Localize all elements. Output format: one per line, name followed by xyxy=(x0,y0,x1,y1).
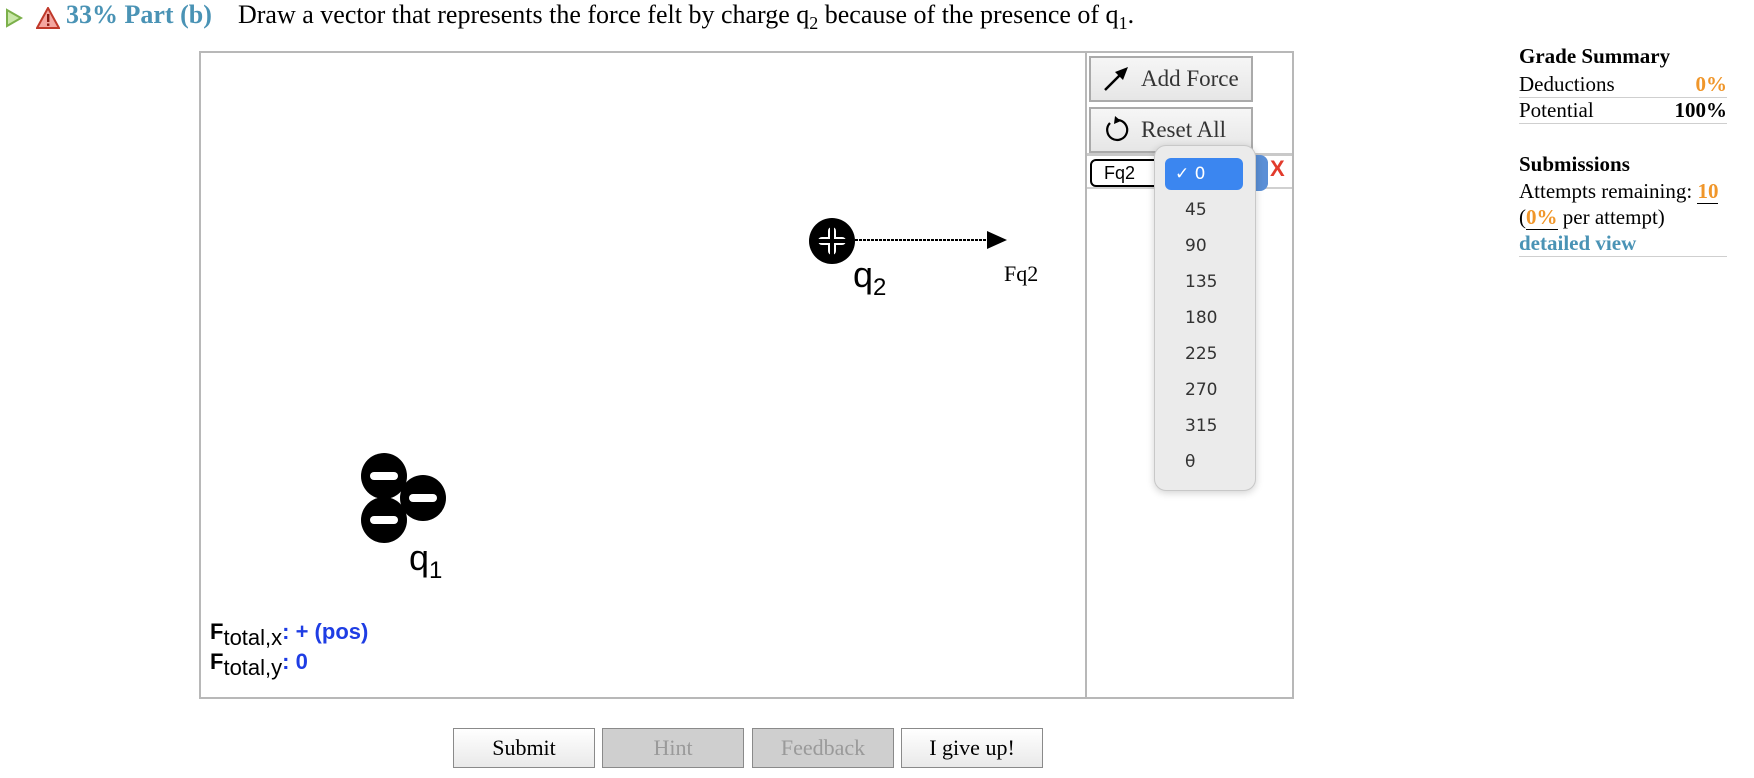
total-x-row: Ftotal,x: + (pos) xyxy=(210,619,369,650)
angle-option-180[interactable]: 180 xyxy=(1161,302,1241,334)
q2-label: q2 xyxy=(853,254,887,302)
per-attempt: (0% per attempt) xyxy=(1519,205,1665,230)
total-y-row: Ftotal,y: 0 xyxy=(210,649,308,680)
detailed-view-link[interactable]: detailed view xyxy=(1519,231,1727,257)
submit-button[interactable]: Submit xyxy=(453,728,595,768)
reset-icon xyxy=(1106,116,1129,142)
arrow-icon xyxy=(1104,67,1128,91)
add-force-label: Add Force xyxy=(1141,66,1239,91)
reset-all-label: Reset All xyxy=(1141,117,1226,142)
angle-dropdown-menu[interactable]: ✓ 0 45 90 135 180 225 270 315 θ xyxy=(1154,145,1256,491)
angle-select-arrow[interactable] xyxy=(1254,155,1268,191)
force-vector-label: Fq2 xyxy=(1004,261,1039,286)
angle-option-0[interactable]: ✓ 0 xyxy=(1165,158,1243,190)
q1-label: q1 xyxy=(409,537,443,585)
force-totals: Ftotal,x: + (pos) Ftotal,y: 0 xyxy=(210,620,368,680)
feedback-button[interactable]: Feedback xyxy=(752,728,894,768)
negative-charge[interactable] xyxy=(361,497,407,543)
force-name-field[interactable]: Fq2 xyxy=(1090,159,1160,187)
angle-option-315[interactable]: 315 xyxy=(1161,410,1241,442)
angle-option-90[interactable]: 90 xyxy=(1161,230,1241,262)
angle-option-45[interactable]: 45 xyxy=(1161,194,1241,226)
positive-charge-q2[interactable] xyxy=(809,218,855,264)
question-prompt: Draw a vector that represents the force … xyxy=(238,0,1135,34)
negative-charge[interactable] xyxy=(400,475,446,521)
grade-summary-title: Grade Summary xyxy=(1519,44,1671,68)
hint-button[interactable]: Hint xyxy=(602,728,744,768)
force-vector-fq2[interactable] xyxy=(855,228,1015,252)
angle-option-270[interactable]: 270 xyxy=(1161,374,1241,406)
part-label: 33% Part (b) xyxy=(66,0,212,29)
angle-option-135[interactable]: 135 xyxy=(1161,266,1241,298)
angle-option-theta[interactable]: θ xyxy=(1161,446,1241,478)
drawing-canvas[interactable] xyxy=(201,53,1085,697)
panel-divider xyxy=(1085,53,1087,697)
submissions-title: Submissions xyxy=(1519,152,1630,176)
angle-option-225[interactable]: 225 xyxy=(1161,338,1241,370)
warning-icon xyxy=(36,7,60,29)
deductions-row: Deductions 0% xyxy=(1519,72,1727,98)
potential-row: Potential 100% xyxy=(1519,98,1727,124)
add-force-button[interactable]: Add Force xyxy=(1089,56,1253,102)
give-up-button[interactable]: I give up! xyxy=(901,728,1043,768)
attempts-remaining: Attempts remaining: 10 xyxy=(1519,179,1719,204)
expand-arrow-icon[interactable] xyxy=(4,8,24,28)
delete-force-button[interactable]: X xyxy=(1270,156,1285,182)
